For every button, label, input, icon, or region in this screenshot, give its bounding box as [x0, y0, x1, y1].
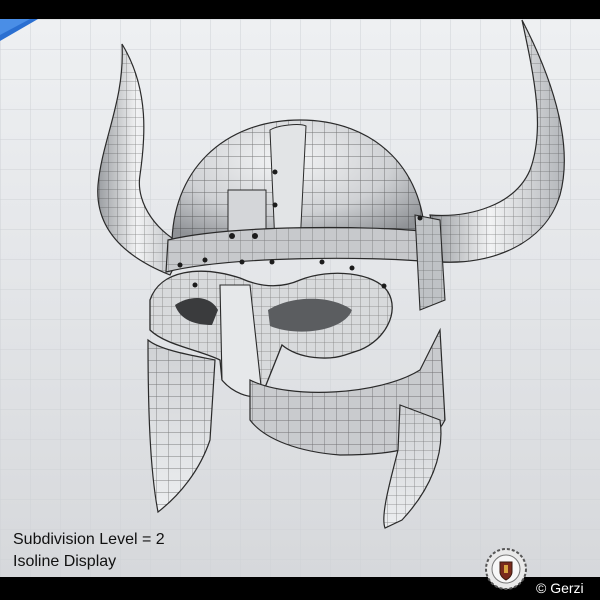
display-mode-label: Isoline Display — [13, 553, 117, 570]
right-horn — [429, 19, 565, 263]
brow-band — [165, 226, 433, 273]
copyright-text: © Gerzi — [536, 580, 584, 596]
helmet-side-panel — [414, 214, 446, 311]
subdivision-level-label: Subdivision Level = 2 — [13, 531, 165, 548]
helmet-model[interactable] — [0, 19, 600, 577]
3d-viewport[interactable]: Subdivision Level = 2 Isoline Display — [0, 19, 600, 577]
screenshot-frame: Subdivision Level = 2 Isoline Display © … — [0, 0, 600, 600]
left-cheek-guard — [147, 338, 216, 514]
gear-crest-logo-icon — [485, 548, 527, 590]
